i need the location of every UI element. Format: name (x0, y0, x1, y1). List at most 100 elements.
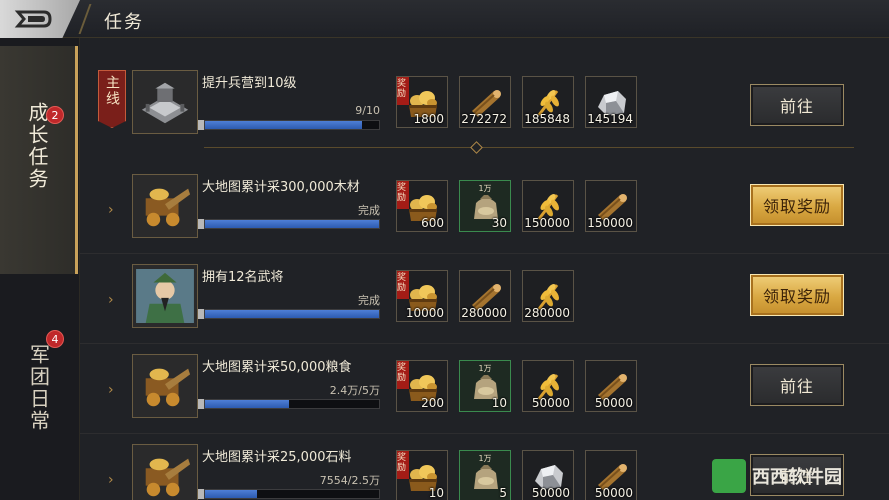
page-title: 任务 (104, 12, 144, 33)
reward-unit-tag: 1万 (478, 364, 492, 373)
reward-item[interactable]: 145194 (585, 76, 637, 128)
reward-quantity: 50000 (594, 396, 633, 410)
reward-item[interactable]: 奖励 10000 (396, 270, 448, 322)
reward-unit-tag: 1万 (478, 184, 492, 193)
reward-quantity: 10 (428, 486, 444, 500)
tab-legion-daily[interactable]: 军团日常 4 (0, 328, 78, 478)
chevron-right-icon[interactable]: › (108, 202, 114, 218)
claim-reward-button[interactable]: 领取奖励 (750, 184, 844, 226)
tab-growth-tasks[interactable]: 成长任务 2 (0, 46, 78, 274)
progress-bar (204, 120, 380, 130)
chevron-right-icon[interactable]: › (108, 382, 114, 398)
claim-reward-button[interactable]: 领取奖励 (750, 274, 844, 316)
chevron-right-icon[interactable]: › (108, 292, 114, 308)
progress-fill (205, 400, 289, 408)
reward-quantity: 600 (421, 216, 444, 230)
watermark: 西西软件园 (712, 458, 852, 494)
chevron-right-icon[interactable]: › (108, 472, 114, 488)
reward-item[interactable]: 272272 (459, 76, 511, 128)
cart-icon (132, 174, 198, 238)
task-row: › 大地图累计采300,000木材完成 奖励 600 1万 30 150000 150000 领… (80, 168, 889, 254)
back-button[interactable] (0, 0, 80, 38)
reward-item[interactable]: 280000 (459, 270, 511, 322)
reward-item[interactable]: 奖励 600 (396, 180, 448, 232)
reward-quantity: 50000 (594, 486, 633, 500)
go-button[interactable]: 前往 (750, 364, 844, 406)
progress-text: 完成 (358, 204, 380, 217)
cart-icon (132, 354, 198, 418)
reward-quantity: 10000 (405, 306, 444, 320)
reward-quantity: 200 (421, 396, 444, 410)
notification-badge: 2 (46, 106, 64, 124)
progress-bar (204, 309, 380, 319)
section-divider (204, 147, 854, 148)
general-portrait-icon (132, 264, 198, 328)
reward-item[interactable]: 1万 30 (459, 180, 511, 232)
reward-item[interactable]: 185848 (522, 76, 574, 128)
progress-bar (204, 219, 380, 229)
progress-text: 完成 (358, 294, 380, 307)
watermark-logo-icon (712, 459, 746, 493)
reward-item[interactable]: 50000 (522, 360, 574, 412)
task-row: › 大地图累计采50,000粮食 2.4万/5万 奖励 200 1万 10 50000 5000… (80, 348, 889, 434)
reward-item[interactable]: 50000 (585, 450, 637, 500)
reward-quantity: 280000 (461, 306, 507, 320)
progress-text: 2.4万/5万 (329, 384, 380, 397)
reward-item[interactable]: 150000 (585, 180, 637, 232)
reward-quantity: 30 (491, 216, 507, 230)
header-separator (78, 4, 92, 34)
progress-fill (205, 121, 362, 129)
reward-quantity: 145194 (587, 112, 633, 126)
reward-unit-tag: 1万 (478, 454, 492, 463)
task-row: › 拥有12名武将完成 奖励 10000 280000 280000 领取奖励 (80, 258, 889, 344)
task-title: 大地图累计采25,000石料 (202, 450, 352, 465)
reward-item[interactable]: 奖励 10 (396, 450, 448, 500)
task-title: 提升兵营到10级 (202, 76, 297, 91)
task-title: 大地图累计采300,000木材 (202, 180, 360, 195)
watermark-text: 西西软件园 (752, 467, 842, 488)
progress-bar (204, 399, 380, 409)
go-button[interactable]: 前往 (750, 84, 844, 126)
reward-quantity: 150000 (524, 216, 570, 230)
main-task-row: 主线 提升兵营到10级 9/10 前往 奖励 1800 272272 185848 14… (80, 66, 889, 146)
reward-quantity: 185848 (524, 112, 570, 126)
top-header: 任务 (0, 0, 889, 38)
reward-item[interactable]: 50000 (585, 360, 637, 412)
progress-text: 7554/2.5万 (319, 474, 380, 487)
task-list: 主线 提升兵营到10级 9/10 前往 奖励 1800 272272 185848 14… (80, 38, 889, 500)
reward-quantity: 50000 (531, 396, 570, 410)
back-arrow-icon (14, 10, 52, 28)
main-task-tag: 主线 (98, 70, 126, 128)
progress-text: 9/10 (355, 104, 380, 117)
reward-quantity: 5 (499, 486, 507, 500)
task-title: 大地图累计采50,000粮食 (202, 360, 352, 375)
reward-quantity: 150000 (587, 216, 633, 230)
task-title: 拥有12名武将 (202, 270, 284, 285)
reward-item[interactable]: 奖励 1800 (396, 76, 448, 128)
tab-label: 成长任务 (25, 102, 49, 190)
notification-badge: 4 (46, 330, 64, 348)
reward-quantity: 1800 (413, 112, 444, 126)
reward-corner-tag: 奖励 (397, 361, 409, 389)
reward-quantity: 10 (491, 396, 507, 410)
reward-corner-tag: 奖励 (397, 271, 409, 299)
reward-quantity: 272272 (461, 112, 507, 126)
reward-item[interactable]: 150000 (522, 180, 574, 232)
reward-corner-tag: 奖励 (397, 77, 409, 105)
reward-item[interactable]: 奖励 200 (396, 360, 448, 412)
barracks-icon (132, 70, 198, 134)
progress-fill (205, 220, 379, 228)
progress-bar (204, 489, 380, 499)
reward-item[interactable]: 1万 10 (459, 360, 511, 412)
reward-corner-tag: 奖励 (397, 451, 409, 479)
sidebar: 成长任务 2 军团日常 4 (0, 38, 80, 500)
reward-item[interactable]: 50000 (522, 450, 574, 500)
reward-item[interactable]: 1万 5 (459, 450, 511, 500)
progress-fill (205, 310, 379, 318)
cart-icon (132, 444, 198, 500)
progress-fill (205, 490, 258, 498)
reward-item[interactable]: 280000 (522, 270, 574, 322)
tab-label: 军团日常 (26, 344, 51, 432)
reward-corner-tag: 奖励 (397, 181, 409, 209)
reward-quantity: 280000 (524, 306, 570, 320)
